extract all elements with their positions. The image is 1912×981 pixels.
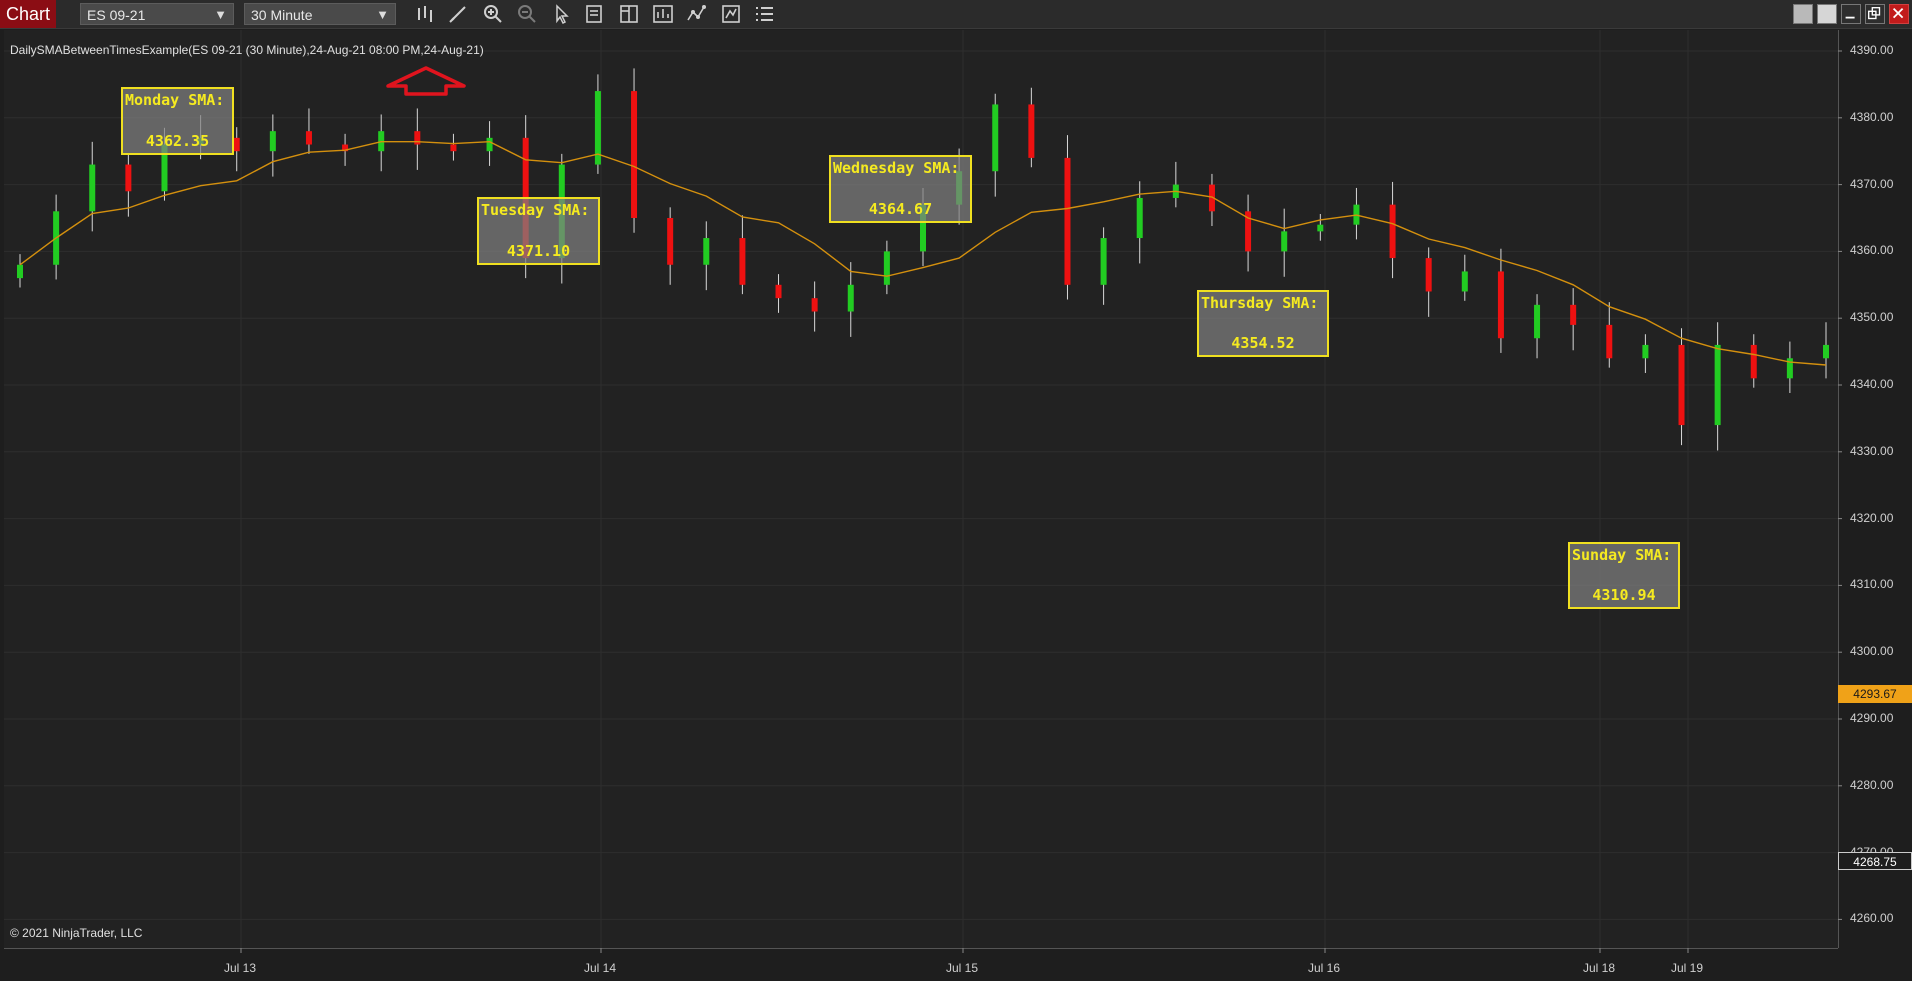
candle-body — [811, 298, 818, 312]
candle-body — [1317, 224, 1324, 232]
sma-box-tuesday: Tuesday SMA: 4371.10 — [477, 197, 600, 265]
price-label: 4300.00 — [1850, 644, 1894, 659]
price-label: 4330.00 — [1850, 443, 1894, 458]
candle-body — [233, 137, 240, 152]
sma-box-label: Sunday SMA: — [1572, 546, 1672, 564]
candle-body — [1678, 344, 1685, 426]
candle-body — [125, 164, 132, 192]
sma-box-wednesday: Wednesday SMA: 4364.67 — [829, 155, 972, 223]
time-label: Jul 13 — [224, 961, 257, 975]
price-label: 4360.00 — [1850, 243, 1894, 258]
candle-body — [1461, 271, 1468, 292]
time-label: Jul 15 — [946, 961, 979, 975]
candle-body — [486, 137, 493, 152]
sma-box-label: Wednesday SMA: — [833, 159, 960, 177]
arrow-marker-icon — [386, 66, 466, 96]
sma-box-value: 4310.94 — [1592, 586, 1656, 604]
copyright-text: © 2021 NinjaTrader, LLC — [10, 926, 143, 940]
candle-body — [1534, 304, 1541, 339]
sma-box-value: 4371.10 — [506, 242, 571, 260]
candle-body — [992, 104, 999, 172]
candle-body — [1136, 197, 1143, 239]
time-label: Jul 14 — [584, 961, 617, 975]
candle-body — [1028, 104, 1035, 158]
sma-box-label: Monday SMA: — [125, 91, 225, 109]
candle-body — [269, 131, 276, 152]
candle-body — [1281, 231, 1288, 252]
time-label: Jul 18 — [1583, 961, 1616, 975]
price-label: 4260.00 — [1850, 911, 1894, 926]
candle-body — [1100, 238, 1107, 285]
sma-box-label: Thursday SMA: — [1201, 294, 1319, 312]
candle-body — [1570, 304, 1577, 325]
candle-body — [739, 238, 746, 285]
sma-box-value: 4354.52 — [1231, 334, 1295, 352]
candle-body — [1750, 344, 1757, 379]
candle-body — [305, 131, 312, 145]
price-label: 4370.00 — [1850, 176, 1894, 191]
candle-body — [1497, 271, 1504, 339]
candle-body — [847, 284, 854, 312]
candle-body — [414, 131, 421, 145]
price-label: 4280.00 — [1850, 777, 1894, 792]
price-label: 4340.00 — [1850, 377, 1894, 391]
candlestick-series — [17, 68, 1829, 451]
last-price-tag: 4268.75 — [1838, 852, 1912, 870]
chart-canvas — [4, 30, 1842, 953]
candle-body — [1606, 324, 1613, 359]
price-label: 4310.00 — [1850, 577, 1894, 592]
sma-box-label: Tuesday SMA: — [481, 201, 590, 219]
axis-ticks — [240, 50, 1842, 953]
candle-body — [1823, 344, 1829, 359]
candle-body — [1389, 204, 1396, 259]
candle-body — [667, 218, 674, 265]
sma-box-thursday: Thursday SMA: 4354.52 — [1197, 290, 1329, 357]
sma-box-sunday: Sunday SMA: 4310.94 — [1568, 542, 1680, 609]
sma-box-monday: Monday SMA: 4362.35 — [121, 87, 234, 155]
candle-body — [450, 144, 457, 152]
sma-price-tag: 4293.67 — [1838, 685, 1912, 703]
candle-body — [1642, 344, 1649, 359]
price-label: 4290.00 — [1850, 711, 1894, 725]
candle-body — [703, 238, 710, 265]
time-label: Jul 19 — [1671, 961, 1704, 975]
candle-body — [883, 251, 890, 285]
price-label: 4380.00 — [1850, 109, 1894, 124]
price-label: 4350.00 — [1850, 310, 1894, 325]
candle-body — [17, 264, 23, 279]
candle-body — [775, 284, 782, 299]
candle-body — [631, 91, 638, 218]
sma-box-value: 4364.67 — [868, 200, 933, 218]
candle-body — [1425, 258, 1432, 292]
candle-body — [1064, 157, 1071, 285]
price-label: 4320.00 — [1850, 510, 1894, 525]
candle-body — [1714, 344, 1721, 426]
price-label: 4390.00 — [1850, 43, 1894, 57]
sma-box-value: 4362.35 — [145, 132, 210, 150]
indicator-title: DailySMABetweenTimesExample(ES 09-21 (30… — [10, 43, 484, 57]
time-label: Jul 16 — [1308, 961, 1341, 975]
candle-body — [89, 164, 96, 212]
